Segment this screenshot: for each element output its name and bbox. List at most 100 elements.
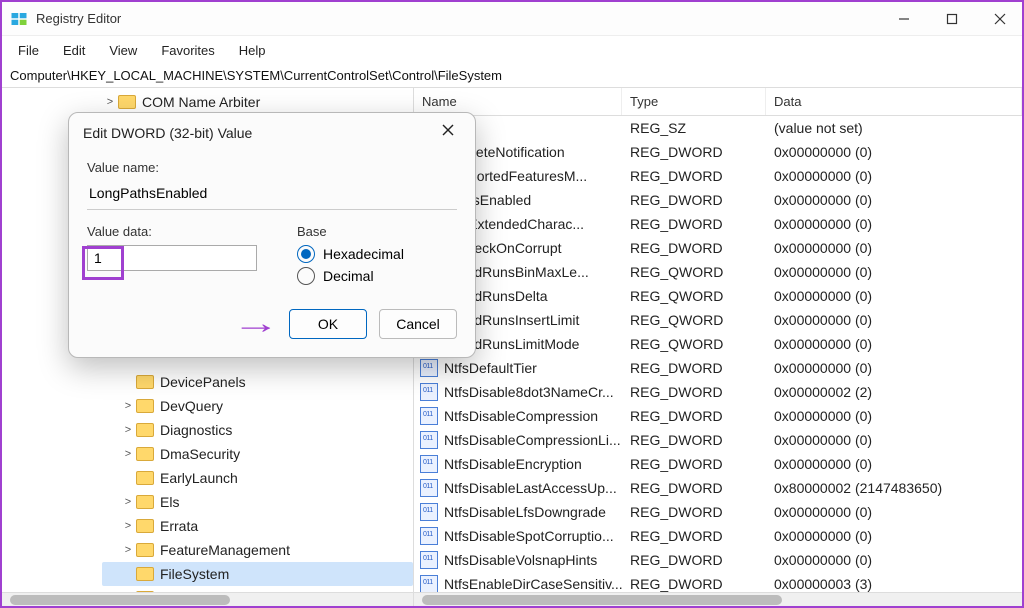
chevron-icon[interactable]: >: [120, 520, 136, 532]
chevron-icon[interactable]: >: [120, 400, 136, 412]
tree-item[interactable]: FileSystem: [102, 562, 413, 586]
tree-hscroll[interactable]: [2, 592, 413, 606]
value-name-cell: NtfsDisableCompressionLi...: [444, 432, 621, 448]
value-data-cell: 0x00000000 (0): [766, 528, 1022, 544]
list-row[interactable]: SupportedFeaturesM...REG_DWORD0x00000000…: [414, 164, 1022, 188]
value-type-cell: REG_QWORD: [622, 336, 766, 352]
value-data-input[interactable]: [87, 245, 257, 271]
value-name-cell: NtfsDisableSpotCorruptio...: [444, 528, 614, 544]
chevron-icon[interactable]: >: [120, 448, 136, 460]
folder-icon: [136, 471, 154, 485]
value-data-cell: 0x00000000 (0): [766, 240, 1022, 256]
col-name[interactable]: Name: [414, 88, 622, 115]
menu-favorites[interactable]: Favorites: [151, 41, 224, 60]
list-header[interactable]: Name Type Data: [414, 88, 1022, 116]
tree-item-label: Els: [160, 494, 179, 510]
menu-help[interactable]: Help: [229, 41, 276, 60]
radio-decimal[interactable]: Decimal: [297, 267, 404, 285]
folder-icon: [136, 399, 154, 413]
value-data-cell: 0x00000000 (0): [766, 264, 1022, 280]
list-pane: Name Type Data ult)REG_SZ(value not set)…: [414, 88, 1022, 606]
close-button[interactable]: [986, 5, 1014, 33]
tree-item[interactable]: > COM Name Arbiter: [102, 90, 413, 114]
window-title: Registry Editor: [36, 11, 890, 26]
tree-item[interactable]: >DmaSecurity: [102, 442, 413, 466]
list-row[interactable]: achedRunsBinMaxLe...REG_QWORD0x00000000 …: [414, 260, 1022, 284]
tree-item[interactable]: >Diagnostics: [102, 418, 413, 442]
tree-item-label: FeatureManagement: [160, 542, 290, 558]
dword-value-icon: [420, 479, 438, 497]
list-row[interactable]: ult)REG_SZ(value not set): [414, 116, 1022, 140]
list-row[interactable]: NtfsDisable8dot3NameCr...REG_DWORD0x0000…: [414, 380, 1022, 404]
value-data-cell: 0x00000000 (0): [766, 360, 1022, 376]
value-data-cell: 0x00000003 (3): [766, 576, 1022, 592]
annotation-arrow-icon: →: [232, 307, 280, 341]
menu-file[interactable]: File: [8, 41, 49, 60]
list-row[interactable]: NtfsDisableLfsDowngradeREG_DWORD0x000000…: [414, 500, 1022, 524]
value-data-cell: 0x00000000 (0): [766, 456, 1022, 472]
address-bar[interactable]: Computer\HKEY_LOCAL_MACHINE\SYSTEM\Curre…: [2, 64, 1022, 88]
list-row[interactable]: NtfsEnableDirCaseSensitiv...REG_DWORD0x0…: [414, 572, 1022, 592]
value-type-cell: REG_QWORD: [622, 264, 766, 280]
value-name-field[interactable]: LongPathsEnabled: [87, 181, 457, 210]
chevron-icon[interactable]: >: [120, 496, 136, 508]
value-data-cell: 0x00000000 (0): [766, 504, 1022, 520]
tree-item-label: FileSystem: [160, 566, 229, 582]
list-row[interactable]: achedRunsLimitModeREG_QWORD0x00000000 (0…: [414, 332, 1022, 356]
folder-icon: [136, 495, 154, 509]
list-row[interactable]: llowExtendedCharac...REG_DWORD0x00000000…: [414, 212, 1022, 236]
list-row[interactable]: PathsEnabledREG_DWORD0x00000000 (0): [414, 188, 1022, 212]
radio-hexadecimal[interactable]: Hexadecimal: [297, 245, 404, 263]
value-type-cell: REG_DWORD: [622, 360, 766, 376]
dialog-close-button[interactable]: [435, 121, 461, 144]
value-data-cell: 0x00000000 (0): [766, 336, 1022, 352]
chevron-icon[interactable]: >: [120, 424, 136, 436]
chevron-icon[interactable]: >: [102, 96, 118, 108]
value-type-cell: REG_SZ: [622, 120, 766, 136]
menu-edit[interactable]: Edit: [53, 41, 95, 60]
value-name-cell: NtfsDisable8dot3NameCr...: [444, 384, 614, 400]
maximize-button[interactable]: [938, 5, 966, 33]
menu-view[interactable]: View: [99, 41, 147, 60]
tree-item-label: COM Name Arbiter: [142, 94, 260, 110]
list-body[interactable]: ult)REG_SZ(value not set)leDeleteNotific…: [414, 116, 1022, 592]
value-data-cell: 0x00000000 (0): [766, 168, 1022, 184]
list-row[interactable]: achedRunsInsertLimitREG_QWORD0x00000000 …: [414, 308, 1022, 332]
ok-button[interactable]: OK: [289, 309, 367, 339]
list-row[interactable]: NtfsDisableCompressionREG_DWORD0x0000000…: [414, 404, 1022, 428]
list-row[interactable]: NtfsDisableEncryptionREG_DWORD0x00000000…: [414, 452, 1022, 476]
tree-item[interactable]: > Errata: [102, 514, 413, 538]
col-data[interactable]: Data: [766, 88, 1022, 115]
registry-editor-window: Registry Editor File Edit View Favorites…: [0, 0, 1024, 608]
chevron-icon[interactable]: >: [120, 544, 136, 556]
dialog-title: Edit DWORD (32-bit) Value: [83, 125, 435, 141]
tree-item[interactable]: > Els: [102, 490, 413, 514]
list-row[interactable]: ugcheckOnCorruptREG_DWORD0x00000000 (0): [414, 236, 1022, 260]
col-type[interactable]: Type: [622, 88, 766, 115]
tree-item[interactable]: > FeatureManagement: [102, 538, 413, 562]
list-row[interactable]: NtfsDisableLastAccessUp...REG_DWORD0x800…: [414, 476, 1022, 500]
radio-dec-label: Decimal: [323, 268, 374, 284]
list-row[interactable]: leDeleteNotificationREG_DWORD0x00000000 …: [414, 140, 1022, 164]
value-type-cell: REG_DWORD: [622, 504, 766, 520]
value-name-cell: NtfsDefaultTier: [444, 360, 537, 376]
list-row[interactable]: NtfsDefaultTier REG_DWORD0x00000000 (0): [414, 356, 1022, 380]
tree-item-label: Errata: [160, 518, 198, 534]
dword-value-icon: [420, 575, 438, 592]
minimize-button[interactable]: [890, 5, 918, 33]
value-type-cell: REG_DWORD: [622, 144, 766, 160]
dword-value-icon: [420, 527, 438, 545]
list-row[interactable]: NtfsDisableVolsnapHintsREG_DWORD0x000000…: [414, 548, 1022, 572]
tree-item[interactable]: DevicePanels: [102, 370, 413, 394]
cancel-button[interactable]: Cancel: [379, 309, 457, 339]
tree-item[interactable]: EarlyLaunch: [102, 466, 413, 490]
dword-value-icon: [420, 407, 438, 425]
base-group-label: Base: [297, 224, 404, 239]
list-hscroll[interactable]: [414, 592, 1022, 606]
list-row[interactable]: NtfsDisableSpotCorruptio...REG_DWORD0x00…: [414, 524, 1022, 548]
tree-item[interactable]: >DevQuery: [102, 394, 413, 418]
value-type-cell: REG_DWORD: [622, 576, 766, 592]
folder-icon: [118, 95, 136, 109]
list-row[interactable]: NtfsDisableCompressionLi...REG_DWORD0x00…: [414, 428, 1022, 452]
list-row[interactable]: achedRunsDeltaREG_QWORD0x00000000 (0): [414, 284, 1022, 308]
